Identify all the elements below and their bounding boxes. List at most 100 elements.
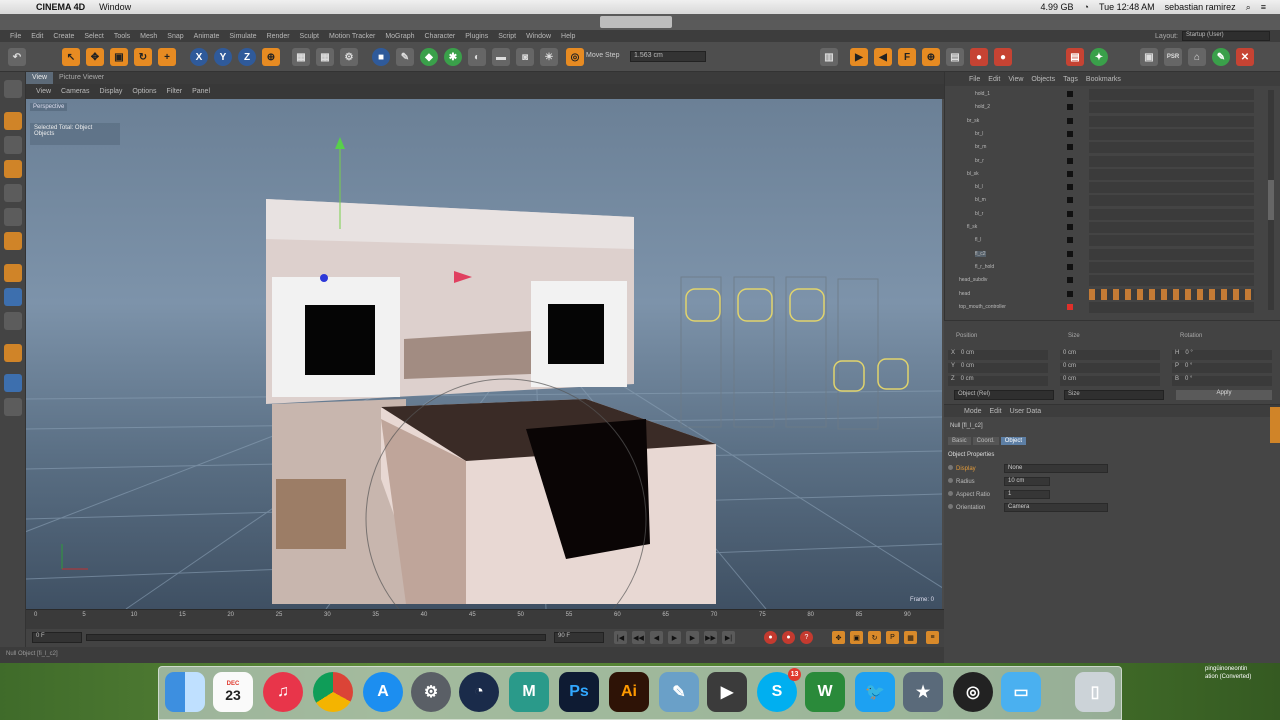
tab-object[interactable]: Object <box>1000 437 1027 445</box>
scale-key-icon[interactable]: ▣ <box>850 631 863 644</box>
object-row[interactable]: br_m <box>945 141 1280 154</box>
object-row[interactable]: bl_l <box>945 181 1280 194</box>
subdivision-icon[interactable]: ◆ <box>420 48 438 66</box>
list-icon[interactable]: ≡ <box>1261 2 1266 12</box>
scroll-thumb[interactable] <box>1268 180 1274 220</box>
object-row[interactable]: fl_l <box>945 234 1280 247</box>
viewport-menu-filter[interactable]: Filter <box>167 88 183 95</box>
next-key-icon[interactable]: ▶▶ <box>704 631 717 644</box>
last-tool-icon[interactable]: + <box>158 48 176 66</box>
goto-start-icon[interactable]: |◀ <box>614 631 627 644</box>
psr-button[interactable]: PSR <box>1164 48 1182 66</box>
visibility-dot[interactable] <box>1067 157 1073 164</box>
play-forward-icon[interactable]: ▶ <box>850 48 868 66</box>
om-menu-tags[interactable]: Tags <box>1063 76 1078 83</box>
object-name[interactable]: hold_1 <box>975 91 990 97</box>
system-preferences-icon[interactable]: ⚙ <box>411 672 451 712</box>
maya-icon[interactable]: M <box>509 672 549 712</box>
start-frame-field[interactable]: 0 F <box>32 632 82 643</box>
object-row[interactable]: br_l <box>945 128 1280 141</box>
visibility-dot[interactable] <box>1067 197 1073 204</box>
render-pv-icon[interactable]: ▦ <box>316 48 334 66</box>
object-row[interactable]: top_mouth_controller <box>945 301 1280 314</box>
object-name[interactable]: bl_m <box>975 197 986 203</box>
menu-character[interactable]: Character <box>425 33 456 40</box>
texture-mode-icon[interactable] <box>4 136 22 154</box>
x-axis-lock[interactable]: X <box>190 48 208 66</box>
render-view-icon[interactable]: ▦ <box>292 48 310 66</box>
coord-size-dropdown[interactable]: Size <box>1064 390 1164 400</box>
axis-mode-icon[interactable] <box>4 264 22 282</box>
visibility-dot[interactable] <box>1067 104 1073 111</box>
menu-simulate[interactable]: Simulate <box>229 33 256 40</box>
viewport-menu-panel[interactable]: Panel <box>192 88 210 95</box>
end-frame-field[interactable]: 90 F <box>554 632 604 643</box>
menu-file[interactable]: File <box>10 33 21 40</box>
om-menu-edit[interactable]: Edit <box>988 76 1000 83</box>
calendar-icon[interactable]: DEC 23 <box>213 672 253 712</box>
wacom-icon[interactable]: W <box>805 672 845 712</box>
autokey-icon[interactable]: ● <box>782 631 795 644</box>
object-scrollbar[interactable] <box>1268 90 1274 310</box>
visibility-dot[interactable] <box>1067 144 1073 151</box>
visibility-dot[interactable] <box>1067 250 1073 257</box>
twitter-icon[interactable]: 🐦 <box>855 672 895 712</box>
visibility-dot[interactable] <box>1067 210 1073 217</box>
om-menu-file[interactable]: File <box>969 76 980 83</box>
app-menu[interactable]: CINEMA 4D <box>36 2 85 12</box>
visibility-dot[interactable] <box>1067 117 1073 124</box>
menu-snap[interactable]: Snap <box>167 33 183 40</box>
object-name[interactable]: br_m <box>975 144 986 150</box>
model-mode-icon[interactable] <box>4 112 22 130</box>
menu-select[interactable]: Select <box>84 33 103 40</box>
window-menu[interactable]: Window <box>99 2 131 12</box>
deformer-icon[interactable]: ◐ <box>468 48 486 66</box>
param-key-icon[interactable]: P <box>886 631 899 644</box>
scale-tool-icon[interactable]: ▣ <box>110 48 128 66</box>
menu-help[interactable]: Help <box>561 33 575 40</box>
object-name[interactable]: fl_sk <box>967 224 977 230</box>
array-icon[interactable]: ✱ <box>444 48 462 66</box>
floor-icon[interactable]: ▬ <box>492 48 510 66</box>
keyframe-icon[interactable]: ⊕ <box>922 48 940 66</box>
tag-area[interactable] <box>1089 128 1254 140</box>
auto-key-icon[interactable]: ● <box>994 48 1012 66</box>
object-row[interactable]: fl_sk <box>945 221 1280 234</box>
final-cut-icon[interactable]: ▶ <box>707 672 747 712</box>
visibility-dot[interactable] <box>1067 170 1073 177</box>
visibility-dot[interactable] <box>1067 263 1073 270</box>
tag-area[interactable] <box>1089 301 1254 313</box>
app-store-icon[interactable]: A <box>363 672 403 712</box>
itunes-icon[interactable]: ♫ <box>263 672 303 712</box>
view-mode-icon[interactable] <box>4 80 22 98</box>
size-y-field[interactable]: 0 cm <box>1060 363 1160 373</box>
trash-icon[interactable]: ▯ <box>1075 672 1115 712</box>
sculpt-mode-icon[interactable] <box>4 374 22 392</box>
tag-area[interactable] <box>1089 102 1254 114</box>
om-menu-objects[interactable]: Objects <box>1031 76 1055 83</box>
object-name[interactable]: head <box>959 291 970 297</box>
menu-create[interactable]: Create <box>53 33 74 40</box>
photoshop-icon[interactable]: Ps <box>559 672 599 712</box>
points-mode-icon[interactable] <box>4 184 22 202</box>
attr-value-field[interactable]: Camera <box>1004 503 1108 512</box>
z-axis-lock[interactable]: Z <box>238 48 256 66</box>
3d-viewport[interactable]: Perspective Selected Total: Object Objec… <box>26 99 942 609</box>
snap-icon[interactable]: ◎ <box>566 48 584 66</box>
tag-area[interactable] <box>1089 235 1254 247</box>
menu-edit[interactable]: Edit <box>31 33 43 40</box>
keyframe-dot[interactable] <box>948 478 953 483</box>
pen-icon[interactable]: ✎ <box>396 48 414 66</box>
object-row[interactable]: hold_1 <box>945 88 1280 101</box>
rotate-tool-icon[interactable]: ↻ <box>134 48 152 66</box>
layout-dropdown[interactable]: Startup (User) <box>1182 31 1270 41</box>
tag-area[interactable] <box>1089 168 1254 180</box>
tag-icon[interactable]: ⌂ <box>1188 48 1206 66</box>
visibility-dot[interactable] <box>1067 224 1073 230</box>
polygons-mode-icon[interactable] <box>4 232 22 250</box>
solo-icon[interactable] <box>4 344 22 362</box>
skype-icon[interactable]: S 13 <box>757 668 801 712</box>
tag-area[interactable] <box>1089 195 1254 207</box>
object-row[interactable]: head_subdiv <box>945 274 1280 287</box>
next-frame-icon[interactable]: ▶ <box>686 631 699 644</box>
